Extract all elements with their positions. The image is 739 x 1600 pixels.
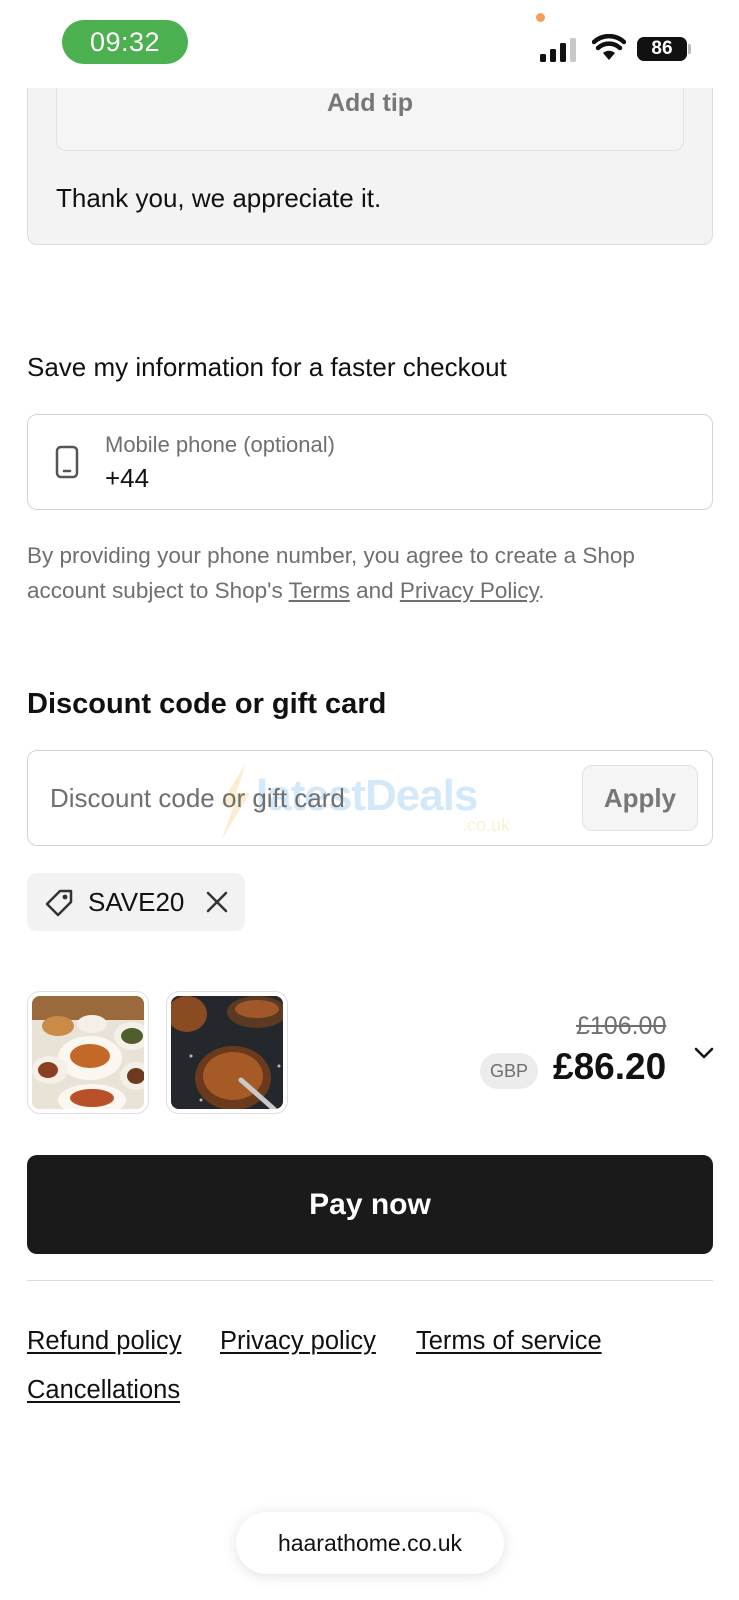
pay-now-button[interactable]: Pay now xyxy=(27,1155,713,1254)
order-total: £86.20 xyxy=(553,1046,667,1087)
mobile-phone-input[interactable]: +44 xyxy=(105,463,149,494)
battery-icon xyxy=(688,44,691,54)
currency-badge: GBP xyxy=(480,1053,538,1089)
divider xyxy=(27,1280,713,1281)
product-thumbnail-image xyxy=(32,996,144,1109)
mobile-phone-icon xyxy=(55,445,79,479)
applied-discount-code: SAVE20 xyxy=(88,887,185,917)
save-info-heading: Save my information for a faster checkou… xyxy=(27,352,507,382)
status-time: 09:32 xyxy=(62,20,188,64)
privacy-policy-link[interactable]: Privacy policy xyxy=(220,1327,376,1356)
cellular-signal-icon xyxy=(540,36,580,62)
remove-discount-icon[interactable] xyxy=(204,889,230,915)
chevron-down-icon[interactable] xyxy=(693,1045,715,1061)
status-bar: 09:32 86 xyxy=(0,0,739,88)
terms-of-service-link[interactable]: Terms of service xyxy=(416,1327,602,1356)
browser-url-bar[interactable]: haarathome.co.uk xyxy=(236,1512,504,1574)
mobile-phone-label: Mobile phone (optional) xyxy=(105,432,335,457)
product-thumbnail-image xyxy=(171,996,283,1109)
tip-card: Add tip Thank you, we appreciate it. xyxy=(27,70,713,245)
tip-thanks-text: Thank you, we appreciate it. xyxy=(56,183,382,213)
apply-discount-button[interactable]: Apply xyxy=(582,765,698,831)
discount-heading: Discount code or gift card xyxy=(27,688,387,720)
original-price: £106.00 xyxy=(576,1012,667,1040)
mobile-phone-field[interactable]: Mobile phone (optional) +44 xyxy=(27,414,713,510)
wifi-icon xyxy=(592,34,626,60)
tag-icon xyxy=(45,889,73,917)
refund-policy-link[interactable]: Refund policy xyxy=(27,1327,182,1356)
product-thumbnail xyxy=(28,992,148,1113)
watermark-subtext: .co.uk xyxy=(462,815,511,835)
shop-terms-link[interactable]: Terms xyxy=(289,578,350,603)
discount-code-input[interactable]: Discount code or gift card xyxy=(50,783,345,814)
discount-code-field[interactable]: latestDeals .co.uk Discount code or gift… xyxy=(27,750,713,846)
consent-and: and xyxy=(349,578,400,603)
applied-discount-chip: SAVE20 xyxy=(27,873,245,931)
consent-suffix: . xyxy=(538,578,545,603)
phone-consent-text: By providing your phone number, you agre… xyxy=(27,538,717,608)
battery-level: 86 xyxy=(637,37,687,61)
cancellations-link[interactable]: Cancellations xyxy=(27,1376,180,1405)
camera-indicator-icon xyxy=(536,13,545,22)
shop-privacy-policy-link[interactable]: Privacy Policy xyxy=(400,578,538,603)
product-thumbnail xyxy=(167,992,287,1113)
